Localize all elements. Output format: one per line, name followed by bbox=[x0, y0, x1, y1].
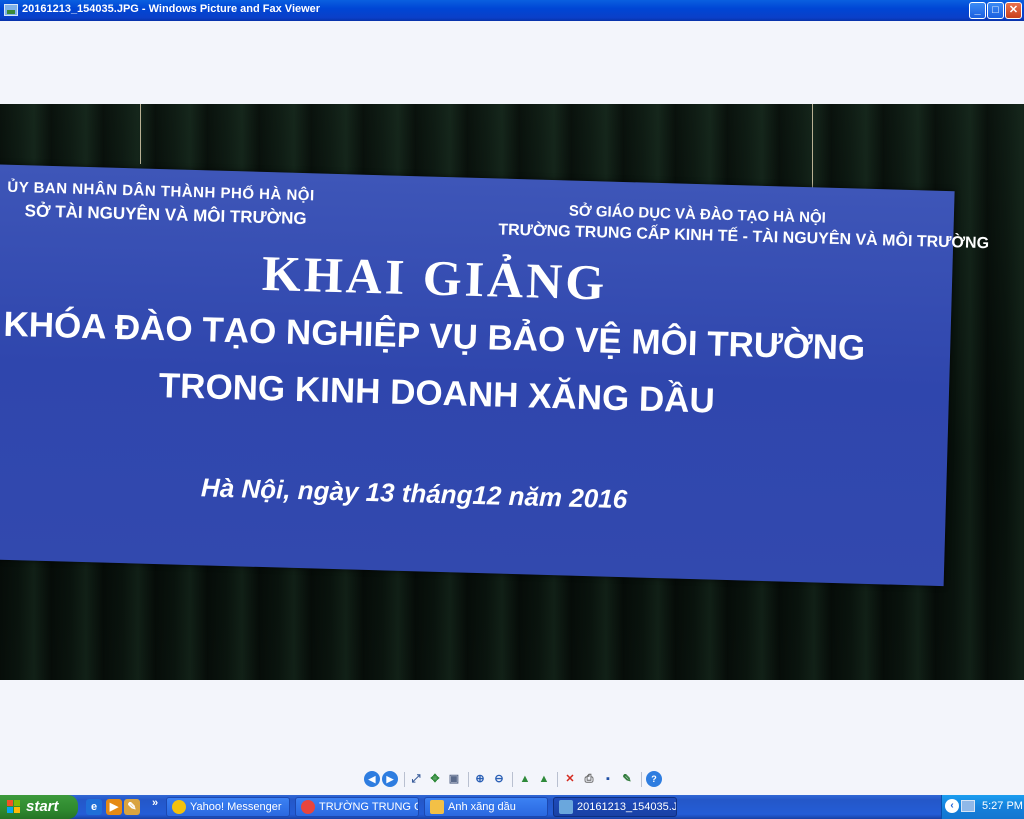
show-hidden-icons-icon[interactable]: ‹ bbox=[945, 799, 959, 813]
toolbar-separator bbox=[557, 772, 558, 787]
banner-line2: TRONG KINH DOANH XĂNG DẦU bbox=[158, 366, 716, 421]
rotate-clockwise-icon[interactable]: ▲ bbox=[517, 771, 533, 787]
taskbar-item-label: TRƯỜNG TRUNG CẤP... bbox=[319, 801, 418, 813]
chrome-icon bbox=[301, 800, 315, 814]
banner-org-left-line2: SỞ TÀI NGUYÊN VÀ MÔI TRƯỜNG bbox=[24, 201, 307, 229]
start-label: start bbox=[26, 798, 59, 815]
start-button[interactable]: start bbox=[0, 795, 78, 819]
help-icon[interactable]: ? bbox=[646, 771, 662, 787]
toolbar-separator bbox=[468, 772, 469, 787]
taskbar-item-folder[interactable]: Anh xăng dầu bbox=[424, 797, 548, 817]
toolbar-separator bbox=[641, 772, 642, 787]
quick-launch-more-icon[interactable]: » bbox=[152, 797, 158, 809]
banner-heading: KHAI GIẢNG bbox=[261, 244, 609, 311]
zoom-out-icon[interactable]: ⊖ bbox=[491, 771, 507, 787]
taskbar-item-yahoo-messenger[interactable]: Yahoo! Messenger bbox=[166, 797, 290, 817]
slideshow-icon[interactable]: ▣ bbox=[446, 771, 462, 787]
maximize-button[interactable]: □ bbox=[987, 2, 1004, 19]
zoom-in-icon[interactable]: ⊕ bbox=[472, 771, 488, 787]
paint-icon[interactable]: ✎ bbox=[124, 799, 140, 815]
hanging-string-right bbox=[812, 104, 813, 194]
previous-image-icon[interactable]: ◀ bbox=[364, 771, 380, 787]
actual-size-icon[interactable]: ✥ bbox=[427, 771, 443, 787]
system-tray: ‹ 5:27 PM bbox=[941, 795, 1024, 819]
minimize-button[interactable]: _ bbox=[969, 2, 986, 19]
taskbar-item-label: 20161213_154035.J... bbox=[577, 801, 677, 813]
hanging-string-left bbox=[140, 104, 141, 164]
clock[interactable]: 5:27 PM bbox=[982, 800, 1023, 812]
banner-date: Hà Nội, ngày 13 tháng12 năm 2016 bbox=[200, 472, 628, 515]
banner-org-right-line2: TRƯỜNG TRUNG CẤP KINH TẾ - TÀI NGUYÊN VÀ… bbox=[498, 221, 990, 253]
banner-line1: KHÓA ĐÀO TẠO NGHIỆP VỤ BẢO VỆ MÔI TRƯỜNG bbox=[2, 304, 866, 368]
picture-viewer-app-icon[interactable] bbox=[4, 4, 18, 16]
save-icon[interactable]: ▪ bbox=[600, 771, 616, 787]
banner-org-left-line1: ỦY BAN NHÂN DÂN THÀNH PHỐ HÀ NỘI bbox=[7, 178, 315, 205]
toolbar-separator bbox=[404, 772, 405, 787]
print-icon[interactable]: ⎙ bbox=[581, 771, 597, 787]
banner: ỦY BAN NHÂN DÂN THÀNH PHỐ HÀ NỘI SỞ TÀI … bbox=[0, 164, 989, 587]
banner-org-right-line1: SỞ GIÁO DỤC VÀ ĐÀO TẠO HÀ NỘI bbox=[568, 202, 827, 227]
internet-explorer-icon[interactable]: e bbox=[86, 799, 102, 815]
taskbar-item-label: Anh xăng dầu bbox=[448, 801, 516, 813]
picture-viewer-icon bbox=[559, 800, 573, 814]
folder-icon bbox=[430, 800, 444, 814]
window-titlebar[interactable]: 20161213_154035.JPG - Windows Picture an… bbox=[0, 0, 1024, 21]
window-title: 20161213_154035.JPG - Windows Picture an… bbox=[22, 3, 321, 15]
yahoo-messenger-icon bbox=[172, 800, 186, 814]
taskbar-item-picture-viewer[interactable]: 20161213_154035.J... bbox=[553, 797, 677, 817]
windows-logo-icon bbox=[7, 800, 21, 814]
best-fit-icon[interactable]: ⤢ bbox=[408, 771, 424, 787]
edit-icon[interactable]: ✎ bbox=[619, 771, 635, 787]
network-icon[interactable] bbox=[961, 800, 975, 812]
taskbar-item-browser[interactable]: TRƯỜNG TRUNG CẤP... bbox=[295, 797, 419, 817]
delete-icon[interactable]: ✕ bbox=[562, 771, 578, 787]
taskbar: start e ▶ ✎ » Yahoo! Messenger TRƯỜNG TR… bbox=[0, 795, 1024, 819]
media-player-icon[interactable]: ▶ bbox=[106, 799, 122, 815]
taskbar-item-label: Yahoo! Messenger bbox=[190, 801, 282, 813]
toolbar-separator bbox=[512, 772, 513, 787]
rotate-counterclockwise-icon[interactable]: ▲ bbox=[536, 771, 552, 787]
next-image-icon[interactable]: ▶ bbox=[382, 771, 398, 787]
close-button[interactable]: ✕ bbox=[1005, 2, 1022, 19]
displayed-photo: ỦY BAN NHÂN DÂN THÀNH PHỐ HÀ NỘI SỞ TÀI … bbox=[0, 104, 1024, 680]
